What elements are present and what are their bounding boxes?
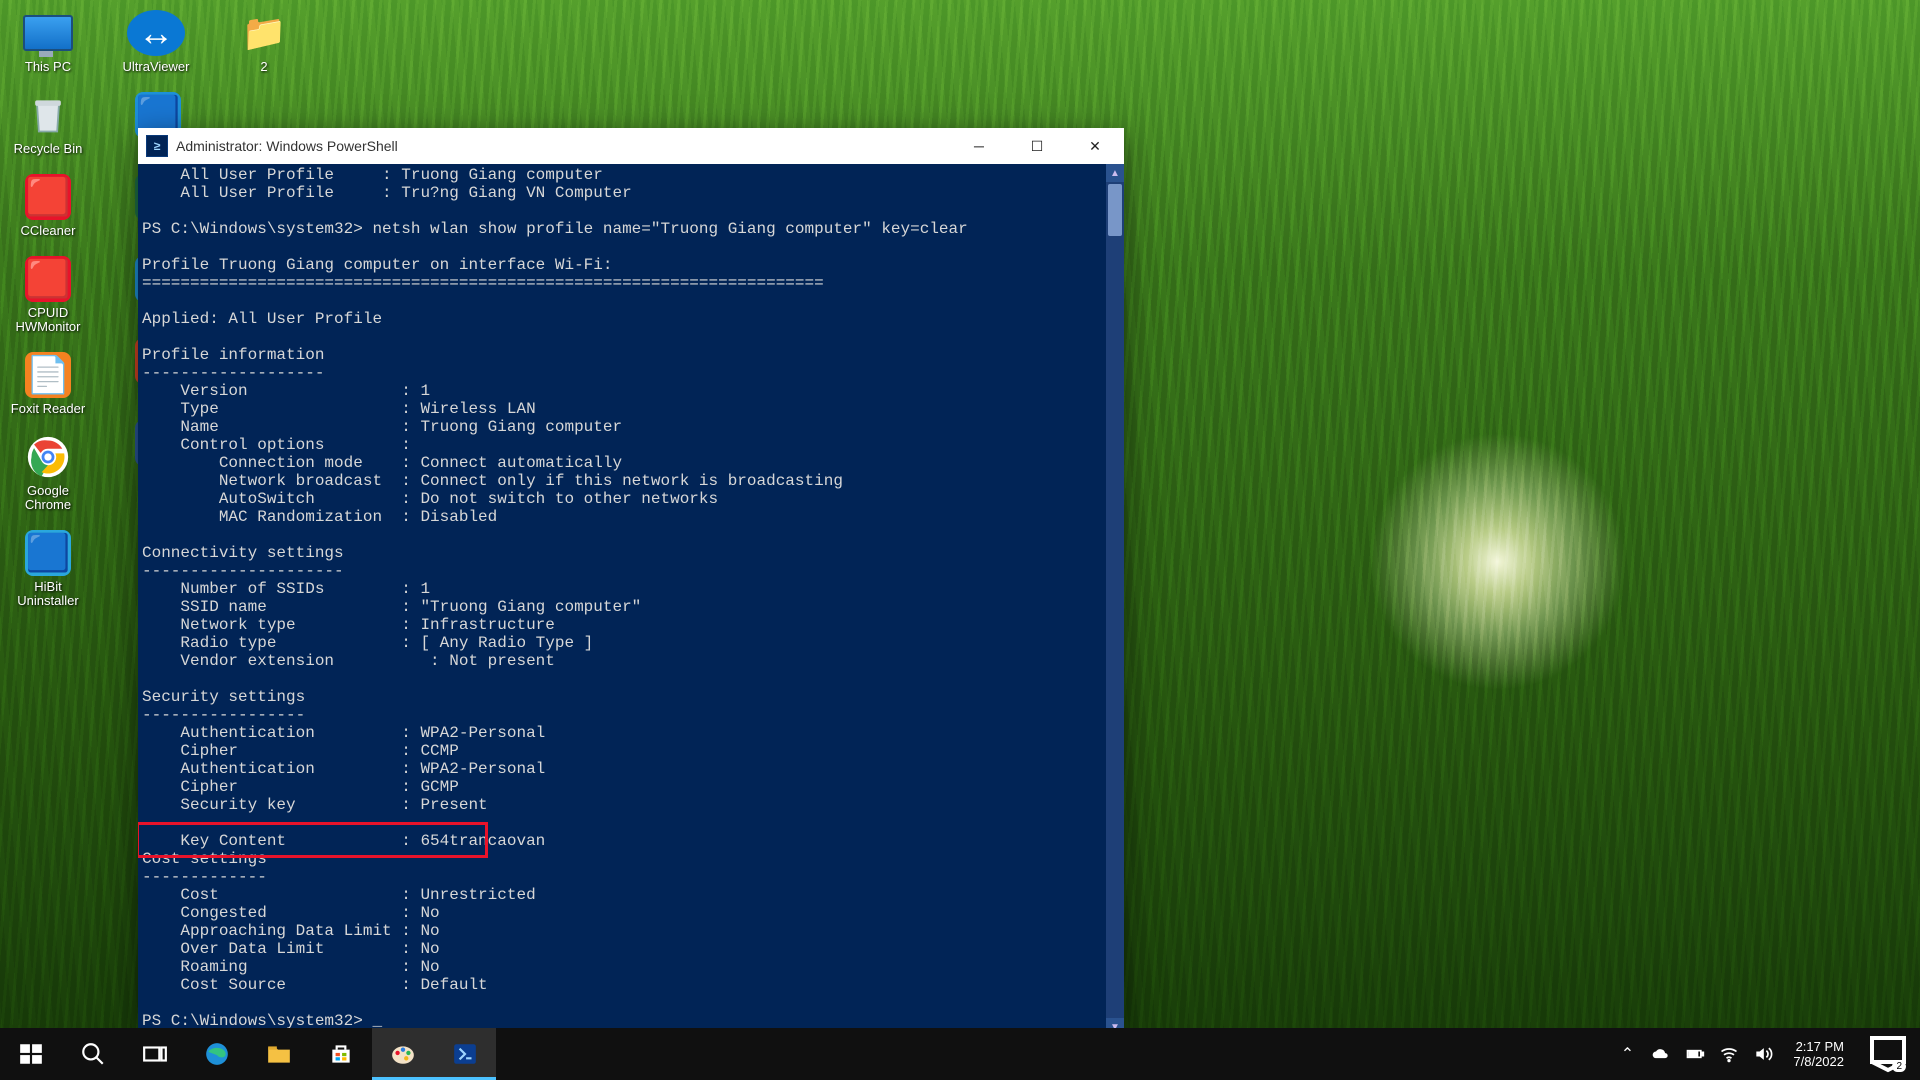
terminal-output[interactable]: All User Profile : Truong Giang computer… [138, 164, 1106, 1036]
task-view-button[interactable] [124, 1028, 186, 1080]
desktop-icon-label: Foxit Reader [11, 402, 85, 416]
terminal-text-highlight: Key Content : 654trancaovan [142, 832, 545, 850]
desktop-icon-this-pc[interactable]: This PC [4, 10, 92, 74]
powershell-icon: ≥ [146, 135, 168, 157]
taskbar-store[interactable] [310, 1028, 372, 1080]
desktop-icon-recycle-bin[interactable]: Recycle Bin [4, 92, 92, 156]
close-button[interactable]: ✕ [1066, 128, 1124, 164]
search-button[interactable] [62, 1028, 124, 1080]
desktop-icon-ccleaner[interactable]: 🟥 CCleaner [4, 174, 92, 238]
terminal-scrollbar[interactable]: ▲ ▼ [1106, 164, 1124, 1036]
taskbar: ⌃ 2:17 PM 7/8/2022 2 [0, 1028, 1920, 1080]
cpuid-hwmonitor-icon: 🟥 [25, 256, 71, 302]
foxit-reader-icon: 📄 [25, 352, 71, 398]
desktop-icon-label: HiBit Uninstaller [4, 580, 92, 608]
desktop-icon-label: This PC [25, 60, 71, 74]
ccleaner-icon: 🟥 [25, 174, 71, 220]
minimize-button[interactable]: ─ [950, 128, 1008, 164]
desktop-icon-ultraviewer[interactable]: ↔ UltraViewer [112, 10, 200, 74]
show-hidden-icons-button[interactable]: ⌃ [1617, 1044, 1637, 1064]
powershell-window: ≥ Administrator: Windows PowerShell ─ ☐ … [138, 128, 1124, 1031]
window-title: Administrator: Windows PowerShell [176, 138, 398, 154]
desktop-icon-cpuid-hwmonitor[interactable]: 🟥 CPUID HWMonitor [4, 256, 92, 334]
powershell-icon [452, 1041, 478, 1067]
terminal-text-pre: All User Profile : Truong Giang computer… [142, 166, 968, 814]
search-icon [80, 1041, 106, 1067]
edge-icon [204, 1041, 230, 1067]
battery-icon [1685, 1044, 1705, 1064]
wifi-icon [1719, 1044, 1739, 1064]
task-view-icon [142, 1041, 168, 1067]
tray-battery-icon[interactable] [1685, 1044, 1705, 1064]
window-titlebar[interactable]: ≥ Administrator: Windows PowerShell ─ ☐ … [138, 128, 1124, 164]
volume-icon [1753, 1044, 1773, 1064]
taskbar-powershell[interactable] [434, 1028, 496, 1080]
scroll-thumb[interactable] [1108, 184, 1122, 236]
desktop-icon-label: CCleaner [21, 224, 76, 238]
tray-onedrive-icon[interactable] [1651, 1044, 1671, 1064]
desktop-icon-foxit-reader[interactable]: 📄 Foxit Reader [4, 352, 92, 416]
desktop-icon-label: 2 [260, 60, 267, 74]
taskbar-file-explorer[interactable] [248, 1028, 310, 1080]
maximize-button[interactable]: ☐ [1008, 128, 1066, 164]
taskbar-edge[interactable] [186, 1028, 248, 1080]
clock-time: 2:17 PM [1796, 1039, 1844, 1054]
tray-volume-icon[interactable] [1753, 1044, 1773, 1064]
recycle-bin-icon [19, 92, 77, 138]
terminal-text-post: Cost settings ------------- Cost : Unres… [142, 850, 536, 1030]
taskbar-paint[interactable] [372, 1028, 434, 1080]
desktop-icon-folder-2[interactable]: 📁 2 [220, 10, 308, 74]
google-chrome-icon [19, 434, 77, 480]
window-controls: ─ ☐ ✕ [950, 128, 1124, 164]
action-center-button[interactable]: 2 [1864, 1030, 1912, 1078]
taskbar-clock[interactable]: 2:17 PM 7/8/2022 [1787, 1039, 1850, 1069]
cloud-icon [1651, 1044, 1671, 1064]
desktop: This PC ↔ UltraViewer 📁 2 Recycle Bin 🟥 CC… [0, 0, 1920, 1080]
paint-icon [390, 1041, 416, 1067]
tray-wifi-icon[interactable] [1719, 1044, 1739, 1064]
desktop-icon-label: CPUID HWMonitor [4, 306, 92, 334]
notification-icon [1864, 1030, 1912, 1078]
desktop-icon-google-chrome[interactable]: Google Chrome [4, 434, 92, 512]
scroll-up-button[interactable]: ▲ [1106, 164, 1124, 182]
clock-date: 7/8/2022 [1793, 1054, 1844, 1069]
pc-icon [19, 10, 77, 56]
terminal-wrapper: All User Profile : Truong Giang computer… [138, 164, 1124, 1036]
system-tray: ⌃ 2:17 PM 7/8/2022 2 [1609, 1028, 1920, 1080]
desktop-icon-label: Recycle Bin [14, 142, 83, 156]
highlighted-key-content: Key Content : 654trancaovan [142, 832, 545, 850]
desktop-icon-hibit-uninstaller[interactable]: 🟦 HiBit Uninstaller [4, 530, 92, 608]
start-button[interactable] [0, 1028, 62, 1080]
notification-badge: 2 [1892, 1061, 1906, 1072]
ultraviewer-icon: ↔ [127, 10, 185, 56]
folder-icon: 📁 [235, 10, 293, 56]
desktop-icon-label: UltraViewer [123, 60, 190, 74]
file-explorer-icon [266, 1041, 292, 1067]
hibit-uninstaller-icon: 🟦 [25, 530, 71, 576]
windows-icon [18, 1041, 44, 1067]
desktop-icon-label: Google Chrome [4, 484, 92, 512]
store-icon [328, 1041, 354, 1067]
